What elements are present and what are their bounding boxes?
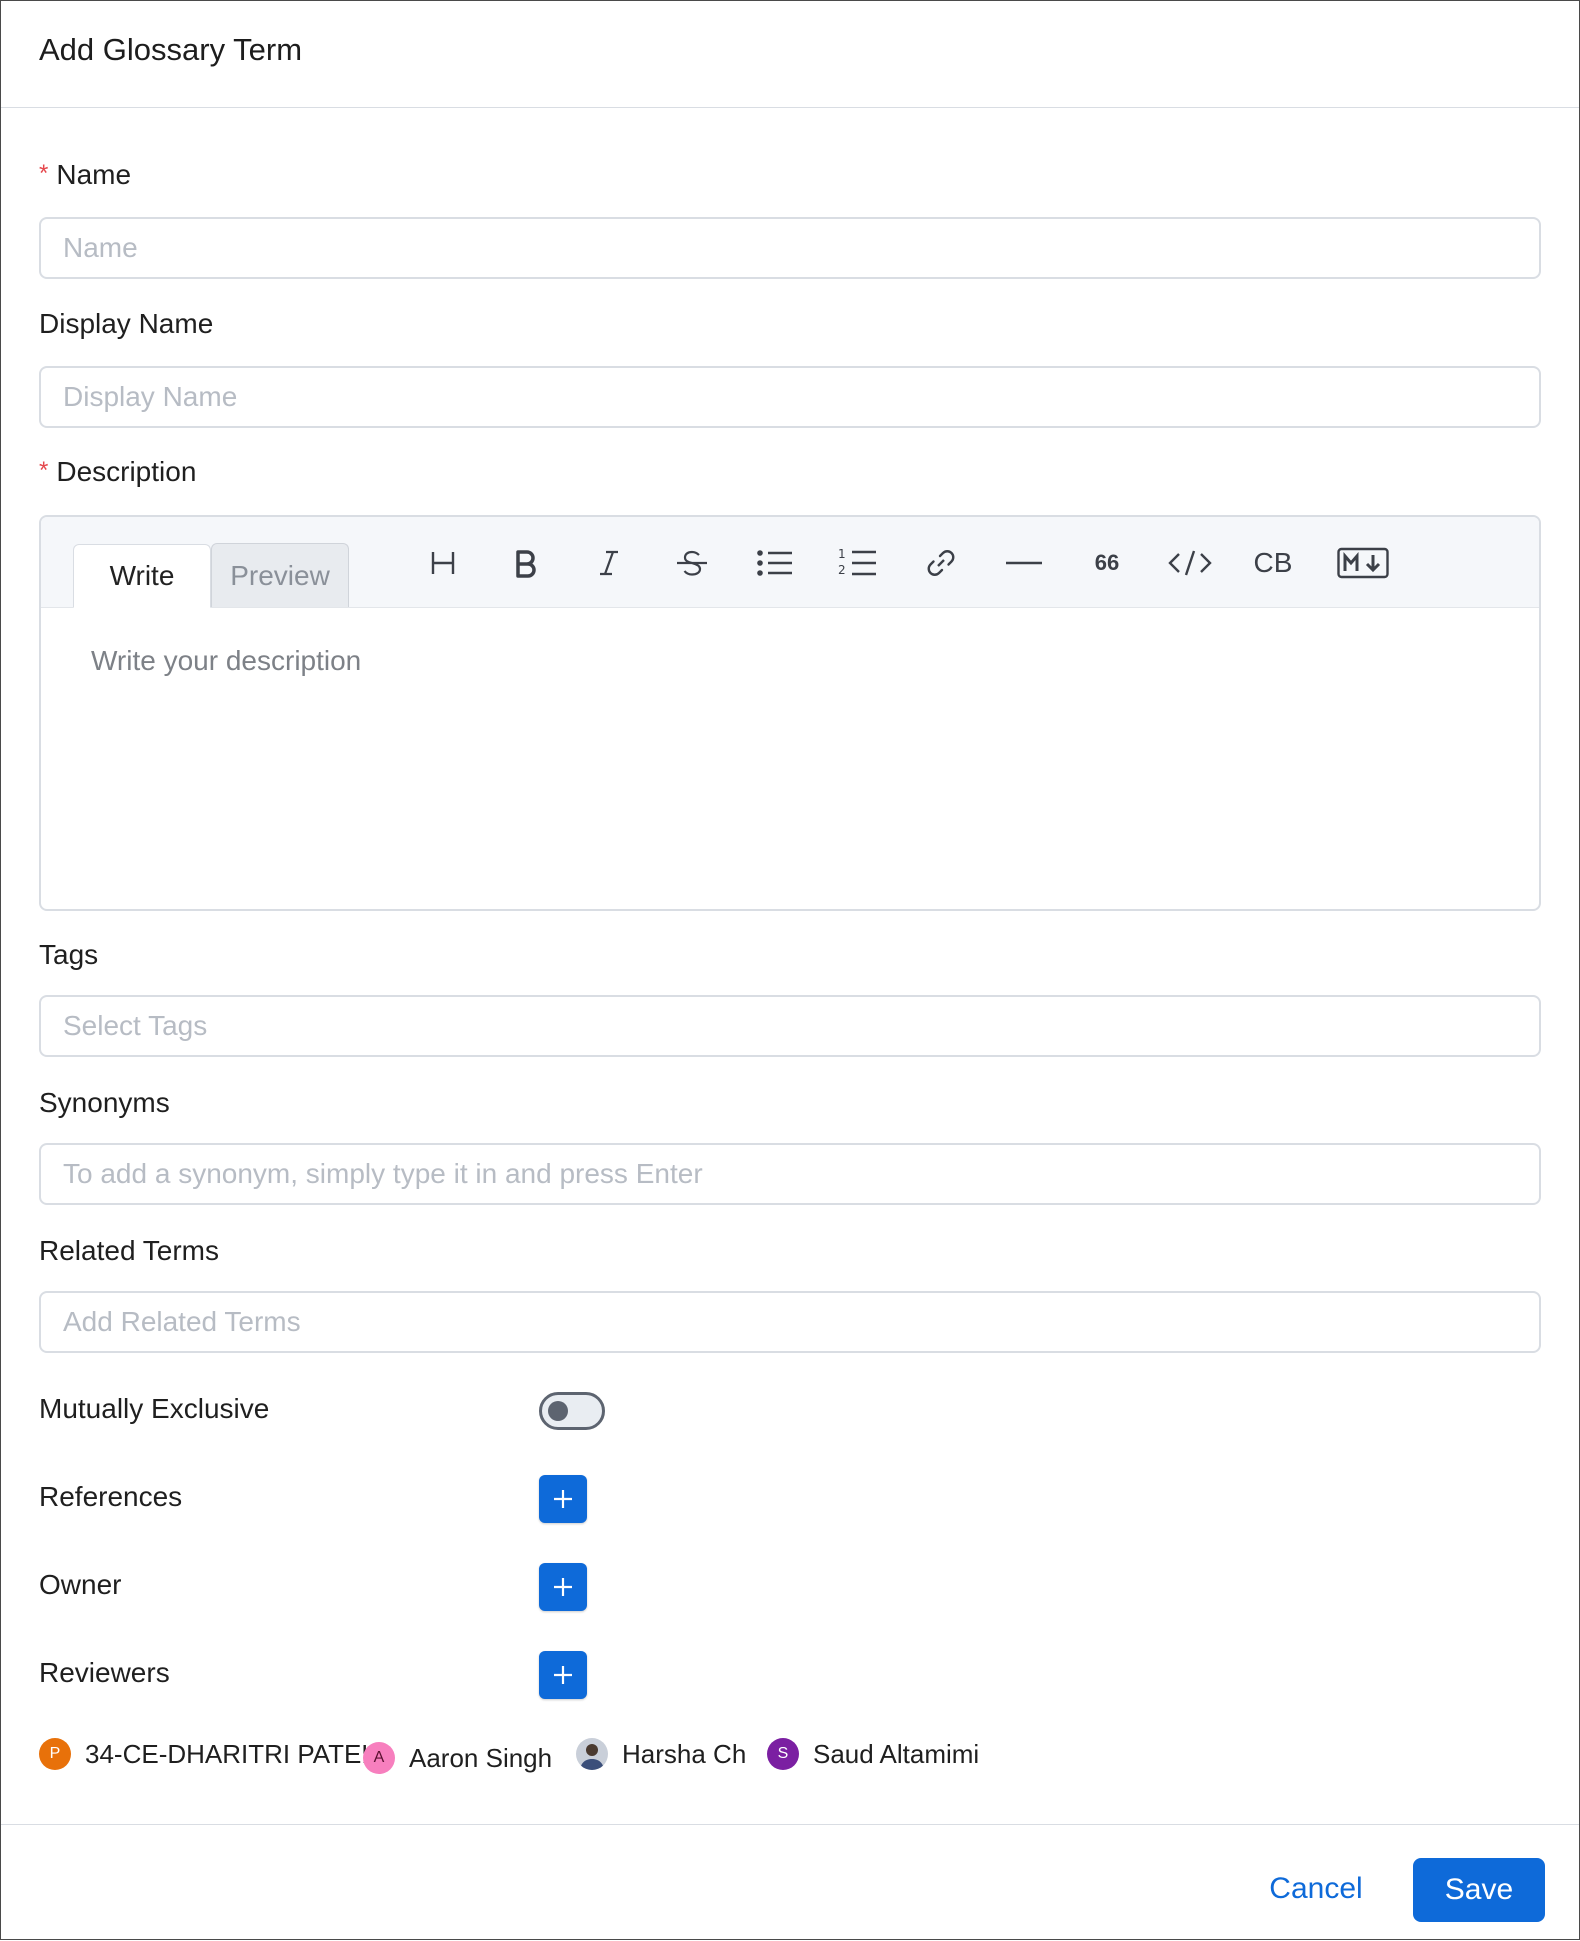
reviewer-item: P 34-CE-DHARITRI PATEL [39, 1736, 376, 1772]
related-terms-label: Related Terms [39, 1235, 220, 1266]
tab-preview[interactable]: Preview [211, 543, 349, 607]
add-reviewer-button[interactable] [539, 1651, 587, 1699]
reviewer-name: Saud Altamimi [813, 1738, 980, 1769]
cancel-button[interactable]: Cancel [1241, 1859, 1391, 1919]
tags-label: Tags [39, 939, 99, 970]
synonyms-input[interactable] [41, 1145, 1539, 1203]
reviewer-item: Harsha Ch [576, 1736, 746, 1772]
add-reference-button[interactable] [539, 1475, 587, 1523]
dialog-footer: Cancel Save [1, 1824, 1579, 1941]
display-name-label: Display Name [39, 308, 214, 339]
bold-icon[interactable] [504, 543, 548, 583]
name-input[interactable] [41, 219, 1539, 277]
quote-icon[interactable]: 66 [1085, 543, 1129, 583]
editor-toolbar: Write Preview 12 66 CB [41, 517, 1539, 608]
reviewer-name: Aaron Singh [409, 1742, 553, 1773]
heading-icon[interactable] [421, 543, 465, 583]
mutually-exclusive-label: Mutually Exclusive [39, 1393, 270, 1424]
name-input-wrapper [39, 217, 1541, 279]
horizontal-rule-icon[interactable] [1002, 543, 1046, 583]
code-icon[interactable] [1168, 543, 1212, 583]
description-label: * Description [39, 456, 197, 487]
reviewer-item: A Aaron Singh [363, 1740, 552, 1776]
dialog-header: Add Glossary Term [1, 1, 1579, 108]
add-owner-button[interactable] [539, 1563, 587, 1611]
tab-write[interactable]: Write [73, 544, 211, 608]
description-textarea[interactable]: Write your description [91, 645, 361, 677]
tags-select-wrapper [39, 995, 1541, 1057]
code-block-icon[interactable]: CB [1251, 543, 1295, 583]
name-label: * Name [39, 159, 132, 190]
avatar: S [767, 1738, 799, 1770]
svg-text:2: 2 [838, 563, 846, 577]
synonyms-input-wrapper [39, 1143, 1541, 1205]
avatar: P [39, 1738, 71, 1770]
avatar-photo [576, 1738, 608, 1770]
avatar: A [363, 1742, 395, 1774]
required-asterisk: * [39, 457, 49, 484]
plus-icon [554, 1490, 572, 1508]
strikethrough-icon[interactable] [670, 543, 714, 583]
dialog-title: Add Glossary Term [39, 32, 303, 67]
reviewer-name: Harsha Ch [622, 1738, 747, 1769]
description-editor: Write Preview 12 66 CB Write your descri… [39, 515, 1541, 911]
toggle-knob [548, 1401, 568, 1421]
plus-icon [554, 1578, 572, 1596]
display-name-input[interactable] [41, 368, 1539, 426]
owner-label: Owner [39, 1569, 122, 1600]
references-label: References [39, 1481, 183, 1512]
italic-icon[interactable] [587, 543, 631, 583]
markdown-icon[interactable] [1336, 543, 1390, 583]
reviewer-item: S Saud Altamimi [767, 1736, 979, 1772]
link-icon[interactable] [919, 543, 963, 583]
reviewers-label: Reviewers [39, 1657, 170, 1688]
required-asterisk: * [39, 160, 49, 187]
reviewer-name: 34-CE-DHARITRI PATEL [85, 1738, 376, 1769]
save-button[interactable]: Save [1413, 1858, 1545, 1922]
related-terms-select[interactable] [41, 1293, 1539, 1351]
synonyms-label: Synonyms [39, 1087, 170, 1118]
tags-select[interactable] [41, 997, 1539, 1055]
svg-text:1: 1 [838, 547, 846, 561]
display-name-input-wrapper [39, 366, 1541, 428]
mutually-exclusive-toggle[interactable] [539, 1392, 605, 1430]
bullet-list-icon[interactable] [753, 543, 797, 583]
numbered-list-icon[interactable]: 12 [836, 543, 880, 583]
related-terms-wrapper [39, 1291, 1541, 1353]
plus-icon [554, 1666, 572, 1684]
add-glossary-term-dialog: Add Glossary Term *Name Display Name *De… [0, 0, 1580, 1940]
